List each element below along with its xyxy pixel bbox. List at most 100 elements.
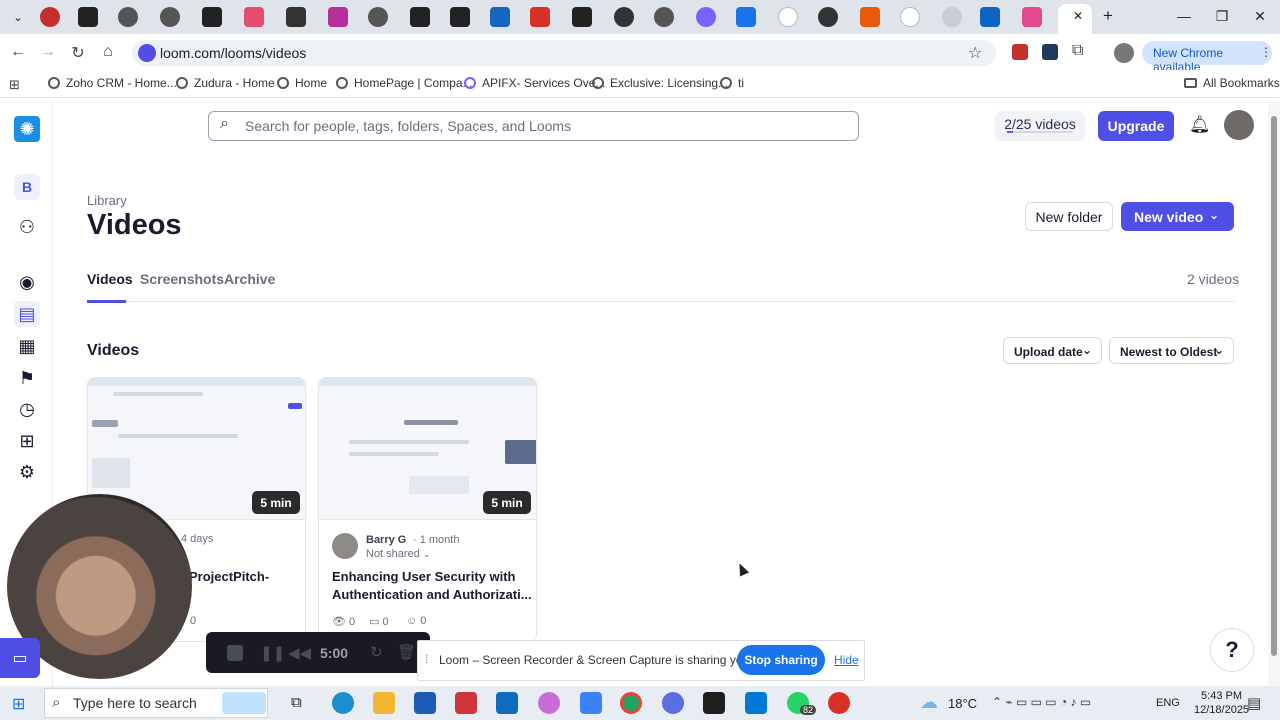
tab-favicon[interactable] [490, 7, 510, 27]
extension-icon[interactable] [1042, 44, 1058, 60]
taskbar-clock[interactable]: 5:43 PM 12/18/2025 [1194, 689, 1249, 717]
close-window-icon[interactable]: ✕ [1250, 8, 1270, 25]
sort-order-dropdown[interactable]: Newest to Oldest ⌄ [1109, 337, 1234, 364]
rewind-icon[interactable]: ◀◀ [288, 644, 311, 662]
tab-favicon[interactable] [286, 7, 306, 27]
search-placeholder[interactable]: Search for people, tags, folders, Spaces… [245, 118, 571, 134]
app-icon[interactable] [662, 692, 684, 714]
tab-favicon[interactable] [368, 7, 388, 27]
weather-temp[interactable]: 18°C [948, 696, 977, 711]
tab-videos[interactable]: Videos [87, 271, 133, 287]
windows-start-icon[interactable]: ⊞ [12, 694, 25, 714]
tray-icons[interactable]: ⌃ ⌁ ▭ ▭ ▭ ◔ ♪ ▭ [992, 695, 1091, 709]
new-video-button[interactable]: New video ⌄ [1121, 202, 1234, 231]
vscode-icon[interactable] [745, 692, 767, 714]
video-limit-counter[interactable]: 2/25 videos [995, 111, 1085, 141]
new-tab-icon[interactable]: + [1098, 6, 1118, 26]
drag-handle-icon[interactable]: ⁞ [425, 652, 428, 666]
video-card[interactable]: 5 min Barry G · 1 month Not shared ⌄ Enh… [318, 377, 537, 642]
video-author[interactable]: Barry G [366, 534, 406, 546]
bookmark-item[interactable]: HomePage | Compa... [336, 76, 473, 90]
tab-favicon[interactable] [614, 7, 634, 27]
task-view-icon[interactable]: ⧉ [291, 694, 302, 711]
tab-favicon[interactable] [40, 7, 60, 27]
outlook-icon[interactable] [496, 692, 518, 714]
all-bookmarks[interactable]: All Bookmarks [1184, 76, 1280, 90]
app-icon[interactable] [828, 692, 850, 714]
taskbar-search-placeholder[interactable]: Type here to search [73, 695, 197, 711]
notifications-icon[interactable]: ▤ [1247, 694, 1261, 712]
history-clock-icon[interactable]: ◷ [14, 396, 40, 422]
tab-favicon[interactable] [530, 7, 550, 27]
tab-favicon[interactable] [450, 7, 470, 27]
tab-search-icon[interactable]: ⌄ [8, 7, 28, 27]
app-icon[interactable] [580, 692, 602, 714]
breadcrumb[interactable]: Library [87, 193, 127, 208]
reload-icon[interactable]: ↻ [68, 43, 88, 63]
tab-favicon[interactable] [980, 7, 1000, 27]
minimize-icon[interactable]: — [1174, 8, 1194, 24]
loom-dock-button[interactable]: ▭ [0, 638, 40, 678]
extension-icon[interactable] [1012, 44, 1028, 60]
file-explorer-icon[interactable] [373, 692, 395, 714]
bookmark-item[interactable]: APIFX- Services Ove... [464, 76, 605, 90]
profile-icon[interactable]: ◉ [14, 269, 40, 295]
profile-avatar[interactable] [1114, 43, 1134, 63]
close-tab-icon[interactable]: ✕ [1068, 9, 1088, 23]
tab-favicon[interactable] [572, 7, 592, 27]
gift-icon[interactable]: ⊞ [14, 428, 40, 454]
tab-favicon[interactable] [244, 7, 264, 27]
tab-favicon[interactable] [942, 7, 962, 27]
user-avatar[interactable] [1224, 110, 1254, 140]
tab-favicon[interactable] [778, 7, 798, 27]
tab-favicon[interactable] [818, 7, 838, 27]
edge-icon[interactable] [332, 692, 354, 714]
forward-icon[interactable]: → [38, 43, 58, 61]
bookmark-icon[interactable]: ⚑ [14, 365, 40, 391]
app-icon[interactable] [703, 692, 725, 714]
tab-favicon[interactable] [696, 7, 716, 27]
help-button[interactable]: ? [1210, 628, 1254, 672]
url-text[interactable]: loom.com/looms/videos [160, 45, 306, 61]
site-favicon[interactable] [138, 44, 156, 62]
video-title-line-1[interactable]: Enhancing User Security with [332, 568, 516, 586]
sharing-status[interactable]: Not shared ⌄ [366, 548, 430, 560]
calendar-icon[interactable]: ▦ [14, 333, 40, 359]
new-folder-button[interactable]: New folder [1025, 202, 1113, 231]
video-thumbnail[interactable]: 5 min [319, 378, 536, 520]
loom-logo-icon[interactable]: ✺ [14, 116, 40, 142]
video-title[interactable]: ProjectPitch- [189, 568, 269, 586]
workspace-avatar[interactable]: B [14, 174, 40, 200]
store-icon[interactable] [414, 692, 436, 714]
tab-favicon[interactable] [328, 7, 348, 27]
tab-favicon[interactable] [860, 7, 880, 27]
tab-favicon[interactable] [736, 7, 756, 27]
extensions-puzzle-icon[interactable]: ⧉ [1072, 42, 1083, 60]
author-avatar[interactable] [332, 533, 358, 559]
hide-button[interactable]: Hide [834, 653, 859, 667]
apps-grid-icon[interactable]: ⊞ [9, 77, 20, 93]
notifications-bell-icon[interactable]: 🔔︎ [1189, 115, 1211, 135]
video-title-line-2[interactable]: Authentication and Authorizati... [332, 586, 532, 604]
library-icon[interactable]: ▤ [14, 301, 40, 327]
trash-icon[interactable]: 🗑︎ [397, 643, 416, 661]
pause-icon[interactable]: ❚❚ [260, 644, 285, 662]
bookmark-star-icon[interactable]: ☆ [968, 43, 982, 63]
tab-favicon[interactable] [900, 7, 920, 27]
language-indicator[interactable]: ENG [1156, 697, 1180, 709]
tab-favicon[interactable] [410, 7, 430, 27]
weather-icon[interactable]: ☁ [920, 692, 938, 713]
bookmark-item[interactable]: ti [720, 76, 744, 90]
bookmark-item[interactable]: Zoho CRM - Home... [48, 76, 177, 90]
tab-screenshots[interactable]: Screenshots [140, 271, 224, 287]
bookmark-item[interactable]: Exclusive: Licensing... [592, 76, 728, 90]
tab-favicon[interactable] [118, 7, 138, 27]
tab-favicon[interactable] [1022, 7, 1042, 27]
tab-favicon[interactable] [654, 7, 674, 27]
tab-favicon[interactable] [160, 7, 180, 27]
app-icon[interactable] [455, 692, 477, 714]
copilot-icon[interactable] [538, 692, 560, 714]
home-icon[interactable]: ⌂ [98, 43, 118, 61]
back-icon[interactable]: ← [8, 43, 28, 61]
sort-field-dropdown[interactable]: Upload date ⌄ [1003, 337, 1102, 364]
